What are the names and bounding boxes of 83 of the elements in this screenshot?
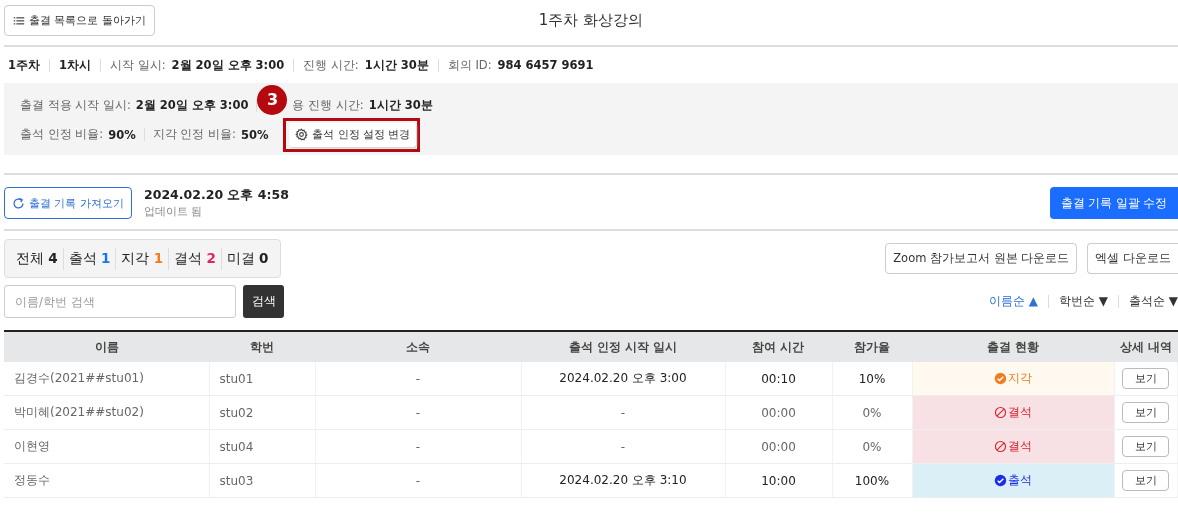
gear-icon [295, 128, 309, 141]
meeting-value: 1시간 30분 [364, 57, 429, 73]
update-time: 2024.02.20 오후 4:58 [144, 187, 289, 204]
column-header[interactable]: 출석 인정 시작 일시 [521, 331, 725, 362]
table-cell: 0% [832, 395, 912, 430]
view-button[interactable]: 보기 [1122, 436, 1170, 457]
table-cell: 김경수(2021##stu01) [4, 362, 209, 396]
table-cell: 10% [832, 362, 912, 396]
table-cell: 00:00 [725, 429, 832, 464]
column-header[interactable]: 상세 내역 [1114, 331, 1178, 362]
column-header[interactable]: 이름 [4, 331, 209, 362]
table-cell: - [315, 463, 521, 498]
filter-tab[interactable]: 미결 0 [221, 249, 274, 268]
table-cell: 정동수 [4, 463, 209, 498]
setting-value: 1시간 30분 [368, 98, 433, 113]
table-cell: stu02 [209, 395, 315, 430]
table-cell: stu03 [209, 463, 315, 498]
table-cell: 10:00 [725, 463, 832, 498]
meeting-label: 시작 일시: [110, 57, 166, 73]
prohibited-icon [994, 405, 1007, 419]
table-cell: - [315, 395, 521, 430]
column-header[interactable]: 참가율 [832, 331, 912, 362]
table-cell: 박미혜(2021##stu02) [4, 395, 209, 430]
settings-button[interactable]: 출석 인정 설정 변경 [289, 122, 417, 147]
check-circle-icon [994, 473, 1007, 487]
step-badge: 3 [257, 84, 288, 115]
filter-tab[interactable]: 전체 4 [11, 249, 63, 268]
prohibited-icon [994, 439, 1007, 453]
table-cell: 2024.02.20 오후 3:00 [521, 362, 725, 396]
bulk-edit-button[interactable]: 출결 기록 일괄 수정 [1050, 187, 1178, 219]
meeting-label: 1주차 [8, 57, 40, 73]
meeting-value: 984 6457 9691 [497, 58, 594, 72]
refresh-icon [12, 196, 25, 210]
list-icon [13, 14, 25, 27]
meeting-label: 회의 ID: [447, 57, 492, 73]
setting-value: 90% [108, 127, 136, 142]
fetch-records-button[interactable]: 출결 기록 가져오기 [4, 187, 132, 219]
search-button[interactable]: 검색 [243, 285, 284, 318]
status-label: 출석 [1008, 471, 1032, 489]
sort-option[interactable]: 학번순 ▼ [1058, 293, 1108, 310]
setting-label: 출결 적용 시작 일시: [20, 98, 131, 113]
search-field[interactable]: 이름/학번 검색 [4, 285, 236, 318]
setting-label: 출석 인정 비율: [20, 127, 104, 142]
setting-label: 지각 인정 비율: [152, 127, 236, 142]
setting-value: 50% [240, 127, 269, 142]
table-cell: - [315, 429, 521, 464]
table-cell: - [521, 429, 725, 464]
setting-label: 용 진행 시간: [292, 98, 364, 113]
meeting-label: 1차시 [59, 57, 92, 73]
table-cell: - [315, 362, 521, 396]
back-button[interactable]: 출결 목록으로 돌아가기 [4, 5, 155, 36]
status-label: 지각 [1008, 369, 1032, 387]
meeting-label: 진행 시간: [303, 57, 359, 73]
table-cell: 2024.02.20 오후 3:10 [521, 463, 725, 498]
table-cell: 00:00 [725, 395, 832, 430]
table-cell: stu04 [209, 429, 315, 464]
status-label: 결석 [1008, 403, 1032, 421]
download-button[interactable]: 엑셀 다운로드 [1087, 243, 1178, 274]
page-title: 1주차 화상강의 [537, 11, 645, 30]
filter-tab[interactable]: 결석 2 [169, 249, 221, 268]
check-circle-icon [994, 371, 1007, 385]
table-cell: 00:10 [725, 362, 832, 396]
column-header[interactable]: 출결 현황 [912, 331, 1114, 362]
column-header[interactable]: 소속 [315, 331, 521, 362]
table-cell: 100% [832, 463, 912, 498]
download-button[interactable]: Zoom 참가보고서 원본 다운로드 [885, 243, 1078, 274]
table-cell: stu01 [209, 362, 315, 396]
filter-tab[interactable]: 출석 1 [63, 249, 116, 268]
table-cell: 이현영 [4, 429, 209, 464]
column-header[interactable]: 참여 시간 [725, 331, 832, 362]
table-cell: - [521, 395, 725, 430]
view-button[interactable]: 보기 [1122, 402, 1170, 423]
meeting-value: 2월 20일 오후 3:00 [171, 57, 285, 73]
sort-option[interactable]: 이름순 ▲ [988, 293, 1038, 310]
column-header[interactable]: 학번 [209, 331, 315, 362]
view-button[interactable]: 보기 [1122, 470, 1170, 491]
filter-tab[interactable]: 지각 1 [116, 249, 169, 268]
setting-value: 2월 20일 오후 3:00 [135, 98, 249, 113]
status-label: 결석 [1008, 437, 1032, 455]
table-cell: 0% [832, 429, 912, 464]
update-note: 업데이트 됨 [144, 204, 204, 219]
sort-option[interactable]: 출석순 ▼ [1128, 293, 1178, 310]
view-button[interactable]: 보기 [1122, 368, 1170, 389]
